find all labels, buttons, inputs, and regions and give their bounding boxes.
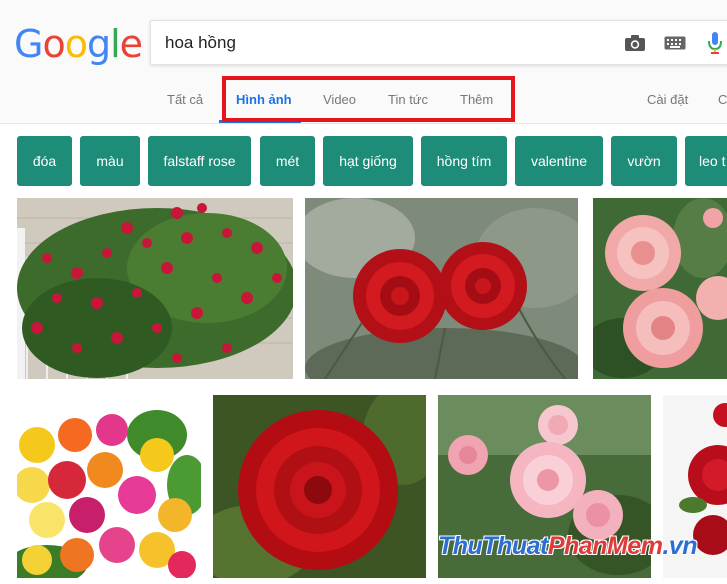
tab-tools[interactable]: C [718,92,727,107]
image-result-two-red-roses[interactable] [305,198,578,379]
keyboard-icon[interactable] [661,29,689,57]
logo-letter: G [14,22,43,66]
chip[interactable]: hạt giống [323,136,413,186]
logo-letter: g [86,22,111,66]
chip[interactable]: hồng tím [421,136,507,186]
microphone-icon[interactable] [701,29,727,57]
image-result-climbing-roses[interactable] [17,198,293,379]
image-result-rose-bouquet[interactable] [17,395,201,578]
tabs-highlight-box [222,76,515,122]
watermark-part: ThuThuat [438,532,548,560]
chip[interactable]: màu [80,136,140,186]
watermark-part: PhanMem [547,532,663,560]
chip[interactable]: đóa [17,136,72,186]
logo-letter: e [119,22,143,66]
logo-letter: o [64,22,88,66]
related-chips: đóa màu falstaff rose mét hạt giống hồng… [0,136,727,188]
logo-letter: l [110,22,121,66]
tab-all[interactable]: Tất cả [167,92,203,107]
chip[interactable]: leo t [685,136,727,186]
tab-settings[interactable]: Cài đặt [647,92,688,107]
chip[interactable]: falstaff rose [148,136,251,186]
image-result-pink-roses[interactable] [593,198,727,379]
watermark-logo: ThuThuatPhanMem.vn [438,532,698,561]
search-input[interactable] [165,32,585,54]
image-result-single-red-rose[interactable] [213,395,426,578]
chip[interactable]: valentine [515,136,603,186]
watermark-part: .vn [662,532,698,560]
chip[interactable]: vườn [611,136,677,186]
google-logo[interactable]: Google [14,22,143,66]
logo-letter: o [42,22,65,66]
chip[interactable]: mét [260,136,315,186]
camera-icon[interactable] [621,29,649,57]
search-box [150,20,727,65]
